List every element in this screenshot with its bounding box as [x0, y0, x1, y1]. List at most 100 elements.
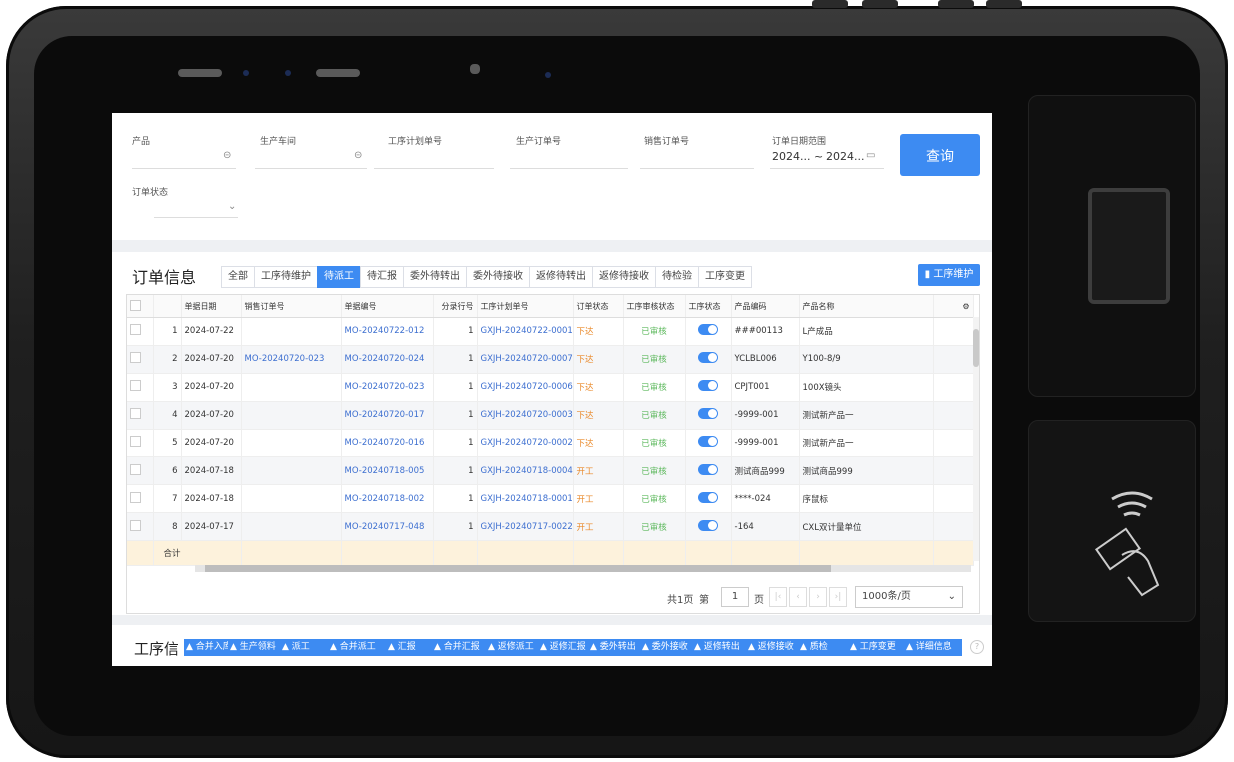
tab-3[interactable]: 待汇报	[360, 266, 404, 288]
process-action-button[interactable]: ▲ 合并派工	[328, 639, 386, 656]
process-action-button[interactable]: ▲ 合并入库	[184, 639, 228, 656]
plan-no-link[interactable]: GXJH-20240717-0022	[477, 512, 574, 542]
next-page-icon[interactable]: ›	[809, 587, 827, 607]
sales-order-link[interactable]: MO-20240720-023	[241, 345, 342, 374]
tab-2[interactable]: 待派工	[317, 266, 361, 288]
process-action-button[interactable]: ▲ 委外转出	[588, 639, 640, 656]
process-action-button[interactable]: ▲ 返修汇报	[538, 639, 588, 656]
doc-no-link[interactable]: MO-20240718-005	[341, 456, 434, 486]
calendar-icon[interactable]: ▭	[866, 150, 875, 161]
row-checkbox[interactable]	[130, 436, 141, 447]
row-checkbox-cell[interactable]	[127, 345, 154, 374]
doc-no-link[interactable]: MO-20240717-048	[341, 512, 434, 542]
sales-order-link[interactable]	[241, 317, 342, 346]
process-status-toggle[interactable]	[698, 463, 718, 475]
table-row[interactable]: 3 2024-07-20 MO-20240720-023 1 GXJH-20240720…	[127, 373, 974, 402]
sales-order-input[interactable]	[640, 168, 754, 169]
sales-order-link[interactable]	[241, 429, 342, 458]
plan-no-link[interactable]: GXJH-20240720-0007	[477, 345, 574, 374]
doc-no-link[interactable]: MO-20240720-017	[341, 401, 434, 430]
table-row[interactable]: 2 2024-07-20 MO-20240720-023 MO-20240720-02…	[127, 345, 974, 374]
process-action-button[interactable]: ▲ 合并汇报	[432, 639, 486, 656]
tab-0[interactable]: 全部	[221, 266, 255, 288]
row-checkbox[interactable]	[130, 352, 141, 364]
product-input[interactable]	[132, 168, 236, 169]
date-range-input[interactable]	[770, 168, 884, 169]
sales-order-link[interactable]	[241, 401, 342, 430]
row-checkbox-cell[interactable]	[127, 512, 154, 542]
process-action-button[interactable]: ▲ 派工	[280, 639, 328, 656]
row-checkbox-cell[interactable]	[127, 456, 154, 486]
row-checkbox[interactable]	[130, 408, 141, 420]
table-row[interactable]: 8 2024-07-17 MO-20240717-048 1 GXJH-20240717…	[127, 512, 974, 542]
process-status-toggle[interactable]	[698, 491, 718, 503]
row-checkbox[interactable]	[130, 380, 141, 392]
row-checkbox[interactable]	[130, 463, 141, 475]
plan-no-link[interactable]: GXJH-20240718-0004	[477, 456, 574, 486]
tab-4[interactable]: 委外待转出	[403, 266, 467, 288]
row-checkbox[interactable]	[130, 491, 141, 503]
order-status-select[interactable]	[154, 217, 238, 218]
help-icon[interactable]: ?	[970, 640, 984, 654]
row-checkbox-cell[interactable]	[127, 429, 154, 458]
prev-page-icon[interactable]: ‹	[789, 587, 807, 607]
table-row[interactable]: 7 2024-07-18 MO-20240718-002 1 GXJH-20240718…	[127, 484, 974, 514]
process-action-button[interactable]: ▲ 工序变更	[848, 639, 904, 656]
process-status-toggle[interactable]	[698, 436, 718, 447]
process-action-button[interactable]: ▲ 返修派工	[486, 639, 538, 656]
process-status-toggle[interactable]	[698, 380, 718, 392]
vertical-scroll-thumb[interactable]	[973, 329, 979, 367]
query-button[interactable]: 查询	[900, 134, 980, 176]
doc-no-link[interactable]: MO-20240720-016	[341, 429, 434, 458]
sales-order-link[interactable]	[241, 512, 342, 542]
tab-1[interactable]: 工序待维护	[254, 266, 318, 288]
sales-order-link[interactable]	[241, 373, 342, 402]
horizontal-scroll-thumb[interactable]	[205, 565, 831, 572]
chevron-down-icon[interactable]: ⌄	[228, 201, 236, 212]
table-row[interactable]: 4 2024-07-20 MO-20240720-017 1 GXJH-20240720…	[127, 401, 974, 430]
row-checkbox-cell[interactable]	[127, 317, 154, 346]
ellipsis-icon[interactable]: ⊝	[223, 150, 231, 161]
doc-no-link[interactable]: MO-20240720-023	[341, 373, 434, 402]
row-checkbox[interactable]	[130, 519, 141, 531]
select-all-checkbox[interactable]	[130, 299, 141, 311]
process-status-toggle[interactable]	[698, 519, 718, 531]
process-status-toggle[interactable]	[698, 352, 718, 364]
sales-order-link[interactable]	[241, 456, 342, 486]
tab-9[interactable]: 工序变更	[698, 266, 752, 288]
last-page-icon[interactable]: ›|	[829, 587, 847, 607]
process-plan-input[interactable]	[374, 168, 494, 169]
doc-no-link[interactable]: MO-20240720-024	[341, 345, 434, 374]
process-status-toggle[interactable]	[698, 324, 718, 336]
plan-no-link[interactable]: GXJH-20240722-0001	[477, 317, 574, 346]
doc-no-link[interactable]: MO-20240722-012	[341, 317, 434, 346]
ellipsis-icon[interactable]: ⊝	[354, 150, 362, 161]
table-row[interactable]: 1 2024-07-22 MO-20240722-012 1 GXJH-20240722…	[127, 317, 974, 346]
column-settings-icon[interactable]: ⚙	[933, 295, 974, 318]
date-range-start[interactable]: 2024...	[772, 150, 810, 163]
row-checkbox-cell[interactable]	[127, 373, 154, 402]
tab-8[interactable]: 待检验	[655, 266, 699, 288]
process-action-button[interactable]: ▲ 生产领料	[228, 639, 280, 656]
row-checkbox[interactable]	[130, 324, 141, 336]
process-action-button[interactable]: ▲ 返修转出	[692, 639, 746, 656]
plan-no-link[interactable]: GXJH-20240718-0001	[477, 484, 574, 514]
tab-5[interactable]: 委外待接收	[466, 266, 530, 288]
process-action-button[interactable]: ▲ 汇报	[386, 639, 432, 656]
row-checkbox-cell[interactable]	[127, 401, 154, 430]
page-input[interactable]: 1	[721, 587, 749, 607]
page-size-select[interactable]: 1000条/页 ⌄	[855, 586, 963, 608]
tab-7[interactable]: 返修待接收	[592, 266, 656, 288]
table-row[interactable]: 6 2024-07-18 MO-20240718-005 1 GXJH-20240718…	[127, 456, 974, 486]
first-page-icon[interactable]: |‹	[769, 587, 787, 607]
table-row[interactable]: 5 2024-07-20 MO-20240720-016 1 GXJH-20240720…	[127, 429, 974, 458]
workshop-input[interactable]	[255, 168, 367, 169]
date-range-end[interactable]: 2024...	[826, 150, 864, 163]
process-status-toggle[interactable]	[698, 408, 718, 420]
maintain-process-button[interactable]: ▮ 工序维护	[918, 264, 980, 286]
row-checkbox-cell[interactable]	[127, 484, 154, 514]
plan-no-link[interactable]: GXJH-20240720-0002	[477, 429, 574, 458]
process-action-button[interactable]: ▲ 返修接收	[746, 639, 798, 656]
process-action-button[interactable]: ▲ 委外接收	[640, 639, 692, 656]
plan-no-link[interactable]: GXJH-20240720-0003	[477, 401, 574, 430]
